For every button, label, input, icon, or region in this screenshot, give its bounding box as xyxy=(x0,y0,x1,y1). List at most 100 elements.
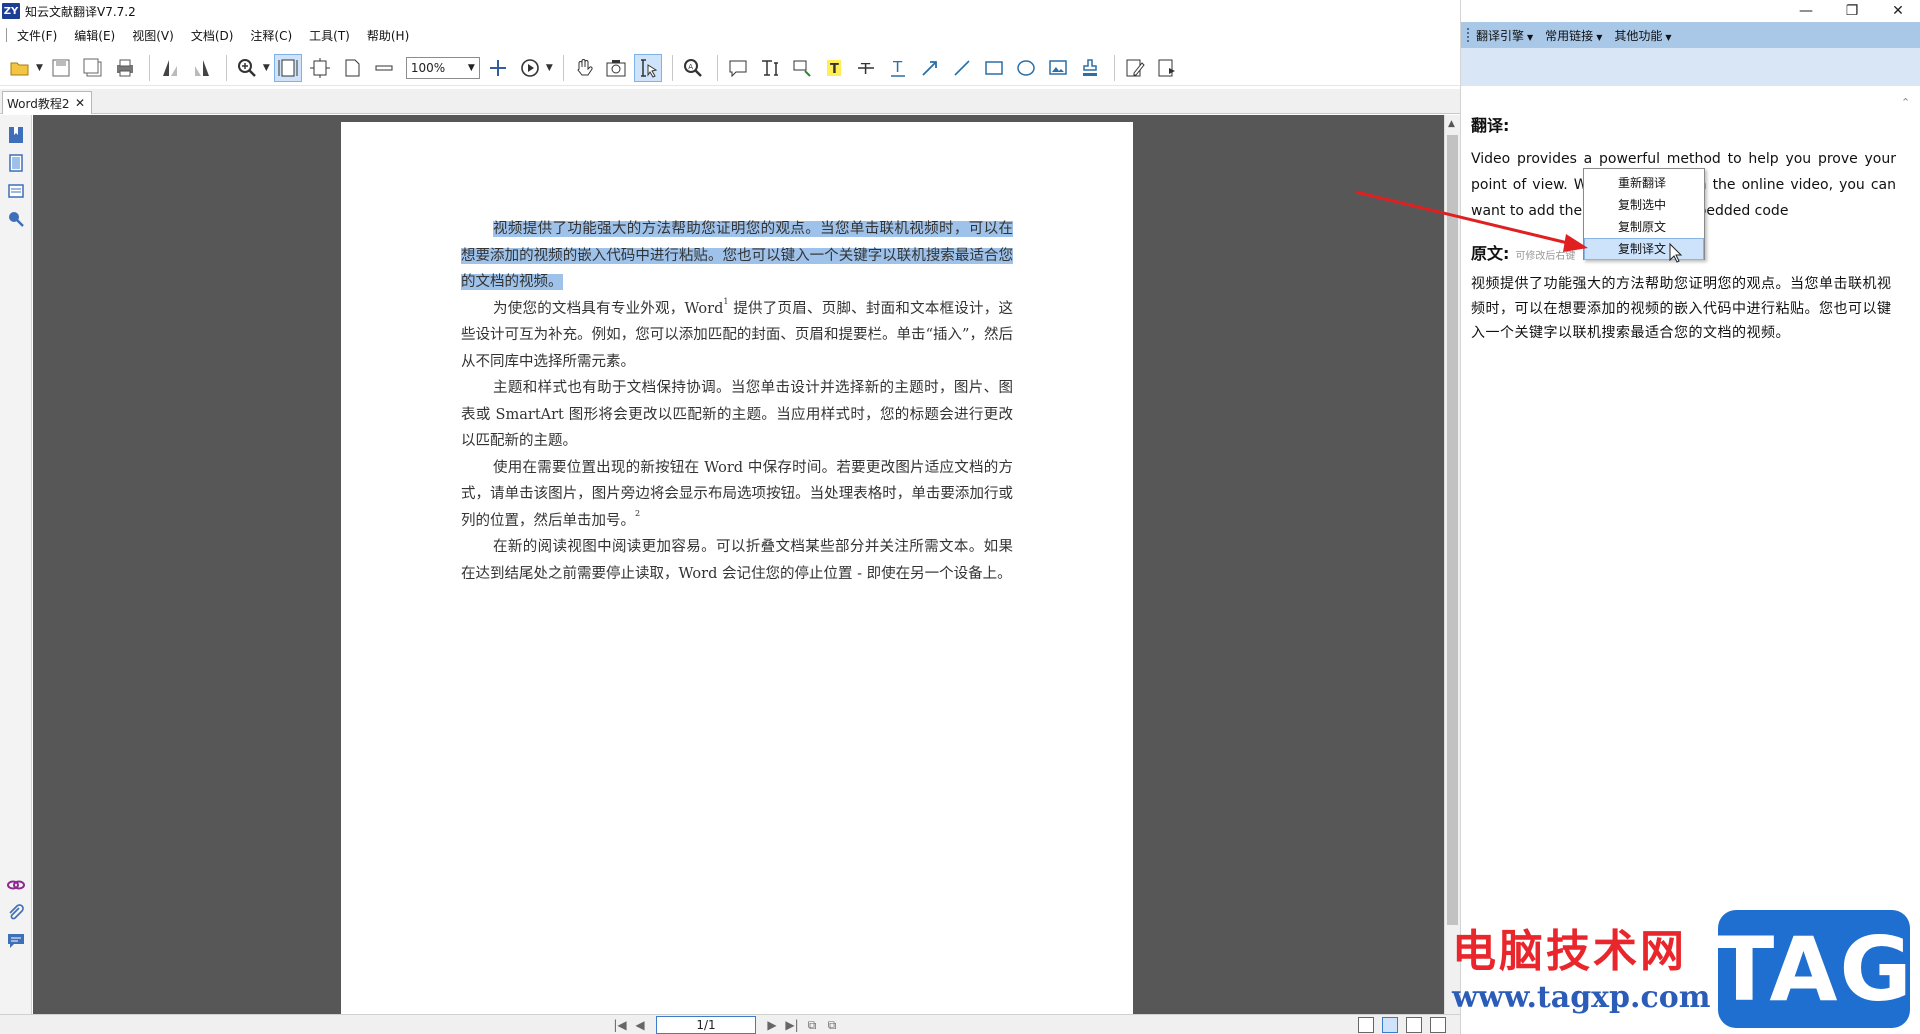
prev-page-icon[interactable]: ◀ xyxy=(630,1018,650,1032)
toolbar-separator xyxy=(1113,54,1115,81)
paragraph-highlighted[interactable]: 视频提供了功能强大的方法帮助您证明您的观点。当您单击联机视频时，可以在想要添加的… xyxy=(461,216,1013,296)
original-text-editor[interactable]: 视频提供了功能强大的方法帮助您证明您的观点。当您单击联机视频时，可以在想要添加的… xyxy=(1471,272,1896,346)
menu-edit[interactable]: 编辑(E) xyxy=(74,27,115,44)
strikeout-icon[interactable]: T xyxy=(852,54,880,82)
single-page-view-icon[interactable] xyxy=(1358,1017,1374,1033)
thumbnail-panel-icon[interactable] xyxy=(6,153,26,173)
search-icon[interactable]: A xyxy=(679,54,707,82)
rotate-right-icon[interactable] xyxy=(188,54,216,82)
image-tool-icon[interactable] xyxy=(1044,54,1072,82)
attachment-icon[interactable] xyxy=(6,903,26,923)
search-panel-icon[interactable] xyxy=(6,209,26,229)
selected-text[interactable]: 视频提供了功能强大的方法帮助您证明您的观点。当您单击联机视频时，可以在想要添加的… xyxy=(461,221,1013,290)
menu-label: 翻译引擎 xyxy=(1476,28,1525,43)
scroll-up-icon[interactable]: ▲ xyxy=(1448,119,1455,129)
fit-width-icon[interactable] xyxy=(306,54,334,82)
highlight-icon[interactable]: T xyxy=(820,54,848,82)
close-window-icon[interactable]: ✕ xyxy=(1875,3,1920,19)
document-viewport[interactable]: 视频提供了功能强大的方法帮助您证明您的观点。当您单击联机视频时，可以在想要添加的… xyxy=(33,115,1444,1014)
continuous-view-icon[interactable] xyxy=(1382,1017,1398,1033)
minimize-icon[interactable]: — xyxy=(1783,3,1829,19)
paragraph[interactable]: 在新的阅读视图中阅读更加容易。可以折叠文档某些部分并关注所需文本。如果在达到结尾… xyxy=(461,534,1013,587)
hand-tool-icon[interactable] xyxy=(570,54,598,82)
zoom-in-icon[interactable] xyxy=(233,54,261,82)
note-icon[interactable] xyxy=(724,54,752,82)
next-page-icon[interactable]: ▶ xyxy=(762,1018,782,1032)
comments-panel-icon[interactable] xyxy=(6,931,26,951)
document-text[interactable]: 视频提供了功能强大的方法帮助您证明您的观点。当您单击联机视频时，可以在想要添加的… xyxy=(461,216,1013,587)
restore-icon[interactable]: ❐ xyxy=(1829,3,1875,19)
next-view-icon[interactable]: ⧉ xyxy=(822,1018,842,1033)
footnote-ref[interactable]: 2 xyxy=(635,509,640,518)
first-page-icon[interactable]: |◀ xyxy=(610,1018,630,1032)
toolbar-separator xyxy=(225,54,227,81)
translation-scrollbar[interactable]: ⌃ xyxy=(1895,96,1917,1034)
rotate-left-icon[interactable] xyxy=(156,54,184,82)
ellipse-tool-icon[interactable] xyxy=(1012,54,1040,82)
menu-view[interactable]: 视图(V) xyxy=(132,27,174,44)
toolbar-separator xyxy=(148,54,150,81)
menu-tools[interactable]: 工具(T) xyxy=(309,27,350,44)
play-dropdown-icon[interactable]: ▼ xyxy=(546,63,553,73)
window-controls: — ❐ ✕ xyxy=(1461,0,1920,22)
menu-label: 常用链接 xyxy=(1545,28,1594,43)
actual-size-icon[interactable] xyxy=(338,54,366,82)
prev-view-icon[interactable]: ⧉ xyxy=(802,1018,822,1033)
vertical-scrollbar[interactable]: ▲ xyxy=(1444,115,1460,1014)
link-panel-icon[interactable] xyxy=(6,875,26,895)
open-dropdown-icon[interactable]: ▼ xyxy=(36,63,43,73)
rectangle-tool-icon[interactable] xyxy=(980,54,1008,82)
stamp-icon[interactable] xyxy=(1076,54,1104,82)
paragraph[interactable]: 使用在需要位置出现的新按钮在 Word 中保存时间。若要更改图片适应文档的方式，… xyxy=(461,455,1013,535)
play-mode-icon[interactable] xyxy=(516,54,544,82)
save-all-icon[interactable] xyxy=(79,54,107,82)
paragraph[interactable]: 主题和样式也有助于文档保持协调。当您单击设计并选择新的主题时，图片、图表或 Sm… xyxy=(461,375,1013,455)
menu-comment[interactable]: 注释(C) xyxy=(250,27,292,44)
menu-file[interactable]: 文件(F) xyxy=(17,27,57,44)
print-icon[interactable] xyxy=(111,54,139,82)
tab-document[interactable]: Word教程2 ✕ xyxy=(2,91,92,114)
scroll-up-icon[interactable]: ⌃ xyxy=(1901,96,1910,109)
zoom-out-icon[interactable] xyxy=(370,54,398,82)
fit-page-icon[interactable] xyxy=(273,53,302,82)
menu-other-functions[interactable]: 其他功能 ▼ xyxy=(1614,27,1671,44)
menu-item-copy-translation[interactable]: 复制译文 xyxy=(1584,238,1704,260)
text-box-icon[interactable] xyxy=(756,54,784,82)
menu-document[interactable]: 文档(D) xyxy=(191,27,234,44)
paragraph[interactable]: 为使您的文档具有专业外观，Word1 提供了页眉、页脚、封面和文本框设计，这些设… xyxy=(461,296,1013,376)
layers-panel-icon[interactable] xyxy=(6,181,26,201)
menu-item-copy-selected[interactable]: 复制选中 xyxy=(1584,194,1704,216)
menu-translation-engine[interactable]: 翻译引擎 ▼ xyxy=(1476,27,1533,44)
zoom-dropdown-icon[interactable]: ▼ xyxy=(263,63,270,73)
select-text-icon[interactable] xyxy=(633,53,662,82)
bookmark-panel-icon[interactable] xyxy=(6,125,26,145)
split-view-icon[interactable] xyxy=(1430,1017,1446,1033)
comment-list-icon[interactable] xyxy=(1153,54,1181,82)
snapshot-icon[interactable] xyxy=(602,54,630,82)
add-zoom-icon[interactable] xyxy=(484,54,512,82)
toolbar-grip xyxy=(1467,28,1470,42)
toolbar-spacer xyxy=(1461,48,1920,86)
callout-icon[interactable] xyxy=(788,54,816,82)
menu-help[interactable]: 帮助(H) xyxy=(367,27,409,44)
menu-item-copy-original[interactable]: 复制原文 xyxy=(1584,216,1704,238)
arrow-tool-icon[interactable] xyxy=(916,54,944,82)
page-number-input[interactable]: 1/1 xyxy=(656,1016,756,1034)
save-icon[interactable] xyxy=(47,54,75,82)
edit-comments-icon[interactable] xyxy=(1121,54,1149,82)
paragraph-text: 为使您的文档具有专业外观，Word xyxy=(493,300,724,317)
two-page-view-icon[interactable] xyxy=(1406,1017,1422,1033)
close-icon[interactable]: ✕ xyxy=(75,96,85,110)
menu-item-retranslate[interactable]: 重新翻译 xyxy=(1584,172,1704,194)
zoom-value: 100% xyxy=(410,60,446,75)
underline-icon[interactable]: T xyxy=(884,54,912,82)
app-logo: ZY xyxy=(2,3,20,19)
chevron-down-icon: ▼ xyxy=(1527,32,1534,42)
last-page-icon[interactable]: ▶| xyxy=(782,1018,802,1032)
zoom-select[interactable]: 100% ▼ xyxy=(405,56,480,79)
line-tool-icon[interactable] xyxy=(948,54,976,82)
scroll-thumb[interactable] xyxy=(1447,135,1458,925)
document-page[interactable]: 视频提供了功能强大的方法帮助您证明您的观点。当您单击联机视频时，可以在想要添加的… xyxy=(341,122,1133,1014)
menu-common-links[interactable]: 常用链接 ▼ xyxy=(1545,27,1602,44)
open-folder-icon[interactable] xyxy=(6,54,34,82)
